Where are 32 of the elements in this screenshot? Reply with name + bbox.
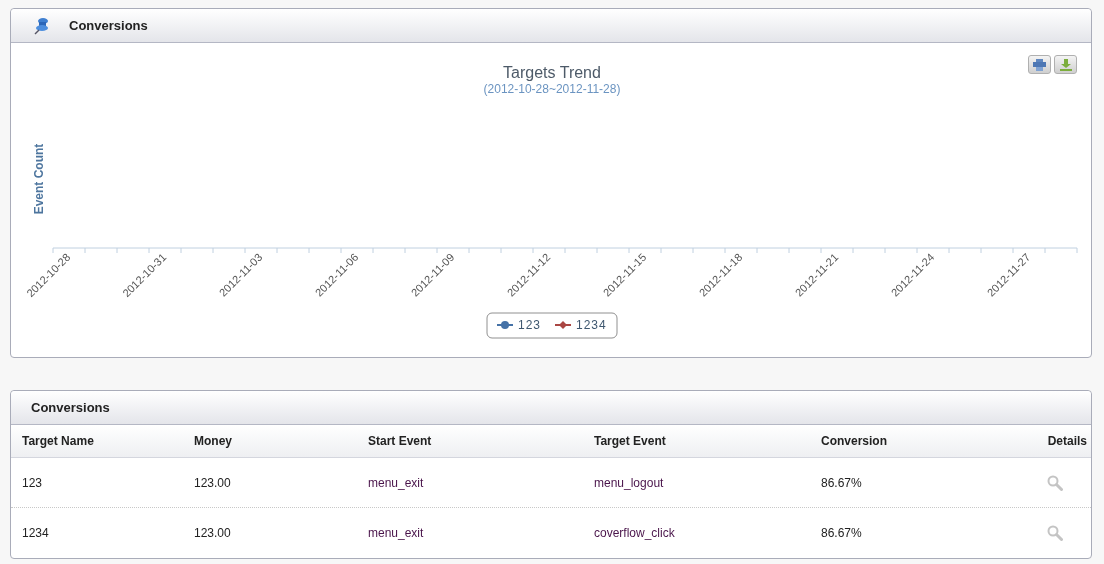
legend-label: 123 [518,318,542,332]
legend-item[interactable]: 123 [496,318,542,332]
pushpin-icon [33,16,49,35]
table-cell: 123 [22,475,43,490]
table-cell: 86.67% [821,526,862,540]
legend-item[interactable]: 1234 [554,318,607,332]
table-cell: 123.00 [194,475,231,490]
panel-title: Conversions [31,398,110,417]
table-cell: 86.67% [821,475,862,490]
table-cell: 123.00 [194,526,231,540]
column-header: Target Event [594,434,666,448]
search-icon[interactable] [1047,525,1063,541]
search-icon[interactable] [1047,474,1063,491]
download-button[interactable] [1054,55,1077,74]
legend-label: 1234 [576,318,607,332]
y-axis-title: Event Count [32,143,46,215]
panel-title: Conversions [69,16,148,35]
event-link[interactable]: menu_exit [368,475,424,490]
chart-title: Targets Trend [503,64,601,81]
download-icon [1059,58,1072,71]
column-header: Details [1047,433,1087,450]
column-header: Target Name [22,434,94,448]
column-header: Money [194,434,232,448]
table-cell: 1234 [22,526,49,540]
column-header: Start Event [368,434,432,448]
chart-subtitle: (2012-10-28~2012-11-28) [483,82,621,96]
column-header: Conversion [821,434,887,448]
event-link[interactable]: menu_logout [594,475,664,490]
print-button[interactable] [1028,55,1051,74]
printer-icon [1033,58,1046,71]
event-link[interactable]: menu_exit [368,526,424,540]
event-link[interactable]: coverflow_click [594,526,675,540]
